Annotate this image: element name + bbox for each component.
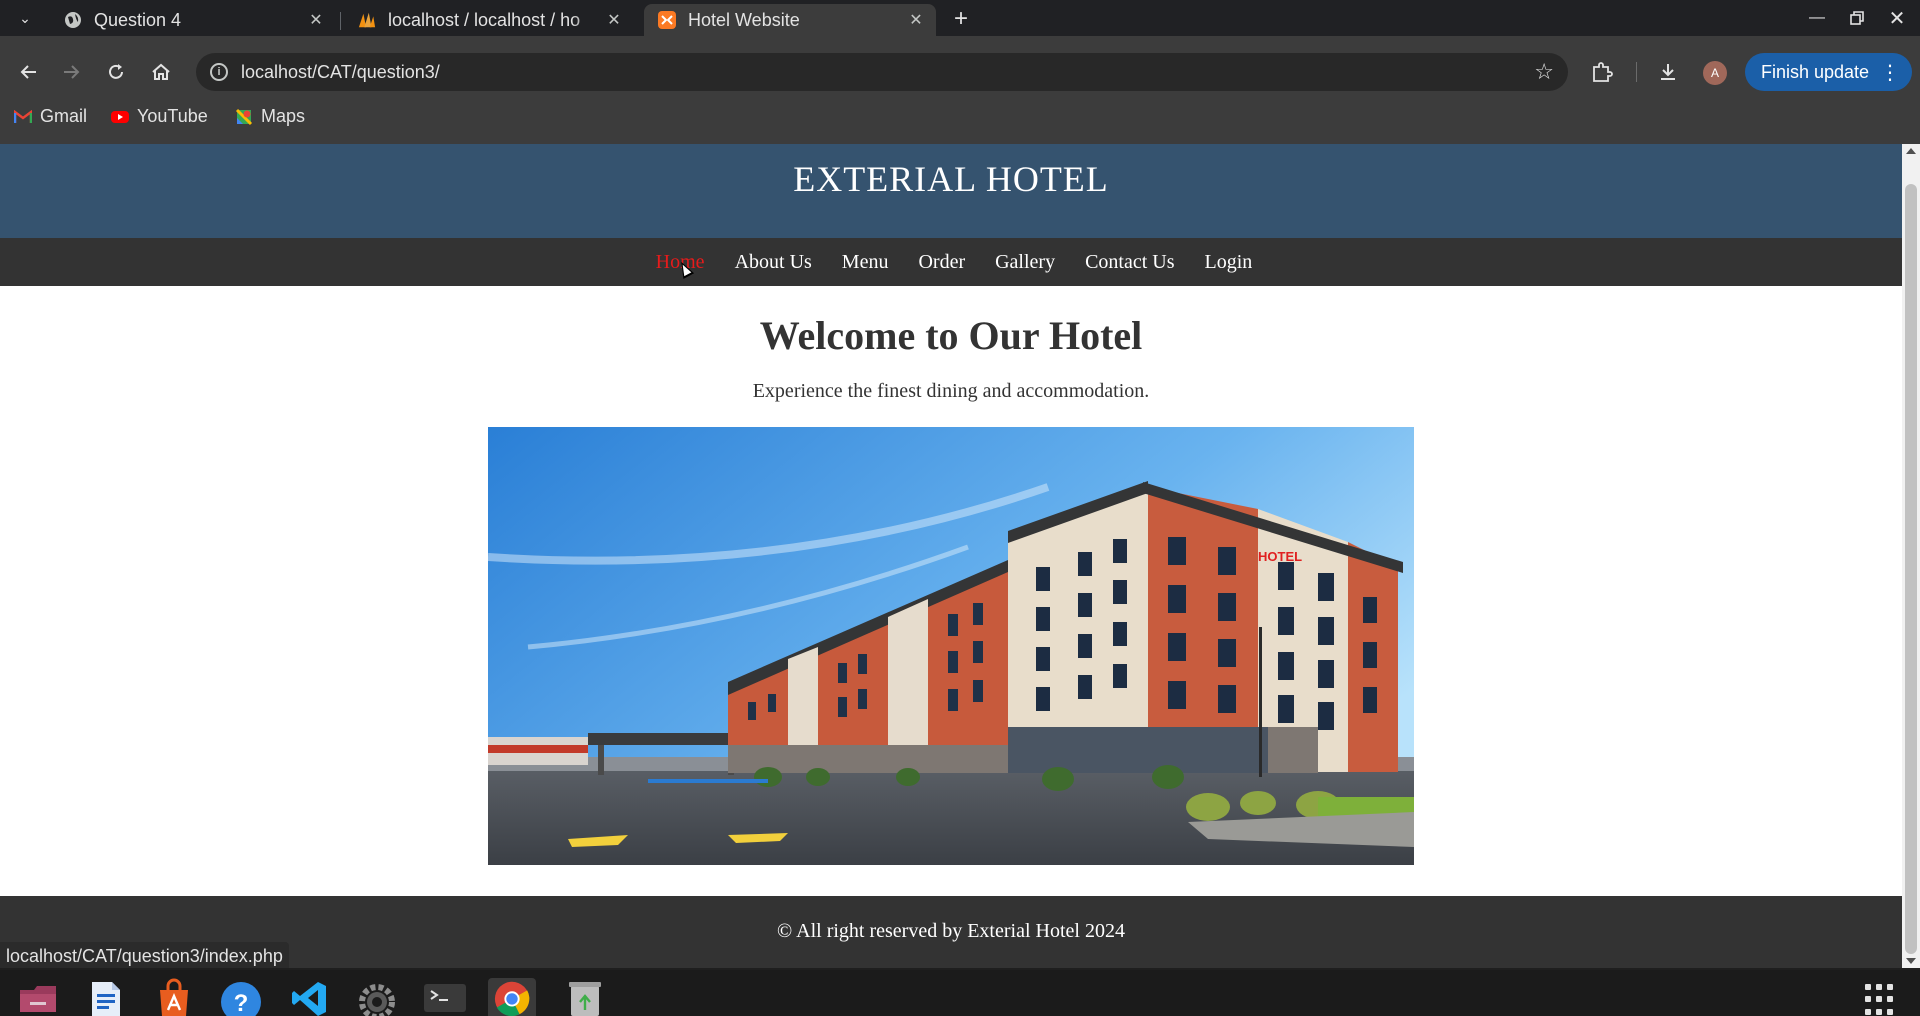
globe-icon [64,11,82,29]
writer-icon [92,982,120,1016]
taskbar-chrome[interactable] [488,978,536,1016]
page-scrollbar[interactable] [1902,144,1920,968]
chrome-icon [494,981,530,1016]
scroll-down-arrow-icon[interactable] [1906,958,1916,964]
toolbar-divider [1636,62,1637,82]
arrow-right-icon [64,65,80,79]
hotel-sign-text: HOTEL [1258,549,1302,564]
nav-about-us[interactable]: About Us [735,251,812,274]
page-subtext: Experience the finest dining and accommo… [752,380,1150,402]
profile-avatar[interactable]: A [1703,61,1727,85]
trash-icon [569,982,601,1016]
nav-order[interactable]: Order [918,251,965,274]
bookmark-label: Maps [261,106,306,126]
download-icon [1661,64,1675,80]
bookmark-label: Gmail [40,106,88,126]
link-status-bar: localhost/CAT/question3/index.php [0,942,289,968]
taskbar-app-center[interactable] [152,978,196,1016]
taskbar-vscode[interactable] [287,978,331,1016]
site-nav: Home About Us Menu Order Gallery Contact… [0,238,1902,286]
files-icon [20,986,56,1012]
hotel-photo: HOTEL [488,427,1414,865]
taskbar-help[interactable]: ? [219,978,263,1016]
phpmyadmin-icon [358,11,376,29]
reload-button[interactable] [98,54,134,90]
finish-update-button[interactable]: Finish update ⋮ [1745,53,1912,91]
youtube-icon [111,110,129,123]
help-icon: ? [221,982,261,1016]
address-bar[interactable]: i localhost/CAT/question3/ ☆ [196,53,1568,91]
plus-icon: + [953,5,968,32]
scroll-thumb[interactable] [1905,184,1917,954]
info-icon[interactable]: i [210,63,228,81]
page-heading: Welcome to Our Hotel [759,313,1143,358]
nav-menu[interactable]: Menu [842,251,889,274]
close-icon[interactable]: ✕ [906,10,926,30]
taskbar-terminal[interactable] [423,978,467,1016]
forward-button[interactable] [54,54,90,90]
tab-hotel-website[interactable]: Hotel Website ✕ [644,4,936,36]
taskbar-files[interactable] [16,978,60,1016]
footer-copyright: © All right reserved by Exterial Hotel 2… [777,920,1125,942]
os-taskbar: ? [0,970,1920,1016]
xampp-icon [658,11,676,29]
more-vert-icon: ⋮ [1880,62,1900,84]
terminal-icon [424,984,466,1012]
nav-contact-us[interactable]: Contact Us [1085,251,1174,274]
minimize-icon: — [1809,9,1825,26]
maps-icon [235,108,253,125]
tab-strip: ⌄ Question 4 ✕ localhost / localhost / h… [0,0,1920,36]
address-text[interactable]: localhost/CAT/question3/ [241,62,440,83]
bookmark-label: YouTube [137,106,208,126]
star-icon[interactable]: ☆ [1534,59,1554,85]
nav-login[interactable]: Login [1205,251,1253,274]
chevron-down-icon: ⌄ [19,9,31,26]
puzzle-icon [1593,62,1613,82]
settings-gear-icon [359,984,395,1016]
tab-title: localhost / localhost / ho [388,9,581,30]
nav-gallery[interactable]: Gallery [995,251,1055,274]
minimize-button[interactable]: — [1800,4,1834,32]
bookmark-gmail[interactable]: Gmail [14,106,87,127]
extensions-button[interactable] [1585,55,1619,89]
tab-phpmyadmin[interactable]: localhost / localhost / ho ✕ [344,4,634,36]
close-icon[interactable]: ✕ [306,10,326,30]
svg-text:?: ? [234,990,249,1016]
tab-divider [340,12,341,30]
app-center-icon [160,978,188,1016]
home-button[interactable] [143,54,179,90]
taskbar-trash[interactable] [563,978,607,1016]
taskbar-settings[interactable] [355,978,399,1016]
bookmark-youtube[interactable]: YouTube [111,106,208,127]
tab-title: Question 4 [94,9,182,30]
site-title: EXTERIAL HOTEL [793,159,1109,199]
reload-icon [109,64,123,79]
tab-question-4[interactable]: Question 4 ✕ [50,4,336,36]
show-apps-grid-icon[interactable] [1865,984,1899,1016]
vscode-icon [292,982,326,1016]
restore-icon [1850,11,1864,25]
close-window-button[interactable]: ✕ [1880,4,1914,32]
taskbar-writer[interactable] [84,978,128,1016]
close-icon[interactable]: ✕ [604,10,624,30]
restore-button[interactable] [1840,4,1874,32]
bookmark-maps[interactable]: Maps [235,106,305,127]
tab-title: Hotel Website [688,9,800,30]
new-tab-button[interactable]: + [948,5,974,32]
back-button[interactable] [10,54,46,90]
tab-search-button[interactable]: ⌄ [8,5,42,31]
hotel-building-image: HOTEL [488,427,1414,865]
arrow-left-icon [20,65,36,79]
finish-update-label: Finish update [1761,61,1870,82]
downloads-button[interactable] [1651,55,1685,89]
page-viewport: EXTERIAL HOTEL Home About Us Menu Order … [0,144,1902,968]
scroll-up-arrow-icon[interactable] [1906,148,1916,154]
home-icon [152,63,170,80]
gmail-icon [14,109,32,123]
close-icon: ✕ [1888,7,1906,30]
